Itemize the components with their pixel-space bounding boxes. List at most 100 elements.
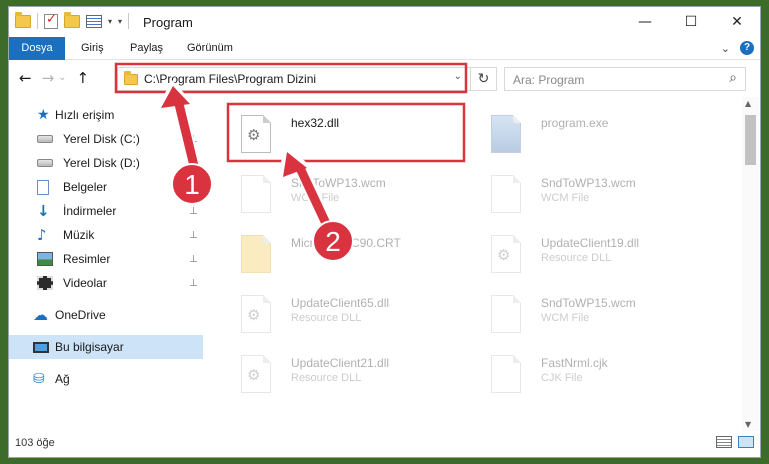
explorer-window: ▾ ▾ Program — ☐ ✕ Dosya Giriş Paylaş Gör… <box>8 6 761 458</box>
sidebar-item-label: İndirmeler <box>63 204 117 218</box>
sidebar-item-label: Resimler <box>63 252 111 266</box>
forward-arrow-icon[interactable]: → <box>42 69 55 87</box>
item-count: 103 öğe <box>15 437 55 449</box>
tiles-view-icon[interactable] <box>738 436 754 448</box>
sidebar-item-network[interactable]: ⛁ Ağ <box>9 367 203 391</box>
sidebar-item-onedrive[interactable]: ☁ OneDrive <box>9 303 203 327</box>
minimize-button[interactable]: — <box>622 7 668 37</box>
pin-icon: ⊥ <box>189 133 198 145</box>
file-name: program.exe <box>541 116 609 130</box>
file-item-updateclient65[interactable]: ⚙ UpdateClient65.dll Resource DLL <box>221 283 461 341</box>
scroll-thumb[interactable] <box>745 115 756 165</box>
sidebar-item-disk-d[interactable]: Yerel Disk (D:) ⊥ <box>9 151 203 175</box>
file-icon <box>491 355 521 393</box>
address-dropdown-icon[interactable]: ⌄ <box>454 71 462 82</box>
tab-paylas[interactable]: Paylaş <box>130 37 163 60</box>
file-type: Resource DLL <box>291 312 362 324</box>
pictures-icon <box>37 252 53 266</box>
file-item-sndtowp13-a[interactable]: SndToWP13.wcm WCM File <box>221 163 461 221</box>
file-item-updateclient19[interactable]: ⚙ UpdateClient19.dll Resource DLL <box>471 223 711 281</box>
address-path[interactable]: C:\Program Files\Program Dizini <box>144 72 316 86</box>
sidebar-item-videolar[interactable]: Videolar ⊥ <box>9 271 203 295</box>
file-list: ⚙ hex32.dll program.exe SndToWP13.wcm WC… <box>213 97 741 415</box>
network-icon: ⛁ <box>33 371 45 387</box>
qat-dropdown-icon[interactable]: ▾ <box>108 17 112 26</box>
properties-check-icon[interactable] <box>44 12 58 29</box>
file-item-updateclient21[interactable]: ⚙ UpdateClient21.dll Resource DLL <box>221 343 461 401</box>
navigation-pane: ★ Hızlı erişim Yerel Disk (C:) ⊥ Yerel D… <box>9 103 203 413</box>
view-properties-icon[interactable] <box>86 14 102 28</box>
tab-gorunum[interactable]: Görünüm <box>187 37 233 60</box>
file-name: hex32.dll <box>291 116 340 130</box>
tab-giris[interactable]: Giriş <box>81 37 104 60</box>
sidebar-item-label: Hızlı erişim <box>55 108 115 122</box>
file-item-hex32[interactable]: ⚙ hex32.dll <box>221 103 461 161</box>
scroll-up-icon[interactable]: ▲ <box>745 99 751 108</box>
back-arrow-icon[interactable]: ← <box>19 69 32 87</box>
help-icon[interactable]: ? <box>740 41 754 55</box>
sidebar-item-disk-c[interactable]: Yerel Disk (C:) ⊥ <box>9 127 203 151</box>
folder-icon <box>124 71 138 85</box>
file-name: UpdateClient19.dll <box>541 236 640 250</box>
file-name: UpdateClient21.dll <box>291 356 390 370</box>
folder-icon <box>241 235 271 273</box>
file-name: SndToWP13.wcm <box>291 176 386 190</box>
file-item-program-exe[interactable]: program.exe <box>471 103 711 161</box>
sidebar-item-belgeler[interactable]: Belgeler ⊥ <box>9 175 203 199</box>
divider <box>128 13 130 29</box>
expand-ribbon-icon[interactable]: ⌄ <box>721 42 730 55</box>
sidebar-item-label: Bu bilgisayar <box>55 340 124 354</box>
vertical-scrollbar[interactable]: ▲ ▼ <box>742 97 759 431</box>
sidebar-item-label: Yerel Disk (C:) <box>63 132 140 146</box>
sidebar-item-muzik[interactable]: ♪ Müzik ⊥ <box>9 223 203 247</box>
address-bar[interactable]: C:\Program Files\Program Dizini ⌄ ↻ <box>117 67 497 91</box>
star-icon: ★ <box>37 107 50 123</box>
videos-icon <box>37 276 53 290</box>
file-item-fastnrml[interactable]: FastNrml.cjk CJK File <box>471 343 711 401</box>
sidebar-item-quick-access[interactable]: ★ Hızlı erişim <box>9 103 203 127</box>
qat-customize-icon[interactable]: ▾ <box>118 17 122 26</box>
file-type: Resource DLL <box>291 372 362 384</box>
window-controls: — ☐ ✕ <box>622 7 760 37</box>
close-button[interactable]: ✕ <box>714 7 760 37</box>
search-box[interactable]: Ara: Program ⌕ <box>504 67 746 91</box>
divider <box>37 13 38 29</box>
sidebar-item-resimler[interactable]: Resimler ⊥ <box>9 247 203 271</box>
scroll-down-icon[interactable]: ▼ <box>745 420 751 429</box>
recent-locations-icon[interactable]: ⌄ <box>58 72 66 87</box>
tab-dosya[interactable]: Dosya <box>9 37 65 60</box>
pin-icon: ⊥ <box>189 277 198 289</box>
file-item-vc90-crt[interactable]: Microsoft.VC90.CRT <box>221 223 461 281</box>
folder-icon[interactable] <box>15 11 31 28</box>
new-folder-icon[interactable] <box>64 11 80 28</box>
details-view-icon[interactable] <box>716 436 732 448</box>
status-bar: 103 öğe <box>9 431 760 457</box>
sidebar-item-this-pc[interactable]: Bu bilgisayar <box>9 335 203 359</box>
refresh-button[interactable]: ↻ <box>470 68 496 90</box>
pin-icon: ⊥ <box>189 229 198 241</box>
search-input[interactable]: Ara: Program <box>513 73 584 87</box>
disk-icon <box>37 135 53 143</box>
navigation-bar: ← → ⌄ ↑ C:\Program Files\Program Dizini … <box>9 65 760 93</box>
file-item-sndtowp15[interactable]: SndToWP15.wcm WCM File <box>471 283 711 341</box>
sidebar-item-label: Müzik <box>63 228 95 242</box>
sidebar-item-label: OneDrive <box>55 308 106 322</box>
file-name: UpdateClient65.dll <box>291 296 390 310</box>
file-name: SndToWP15.wcm <box>541 296 636 310</box>
file-type: WCM File <box>291 192 340 204</box>
file-icon <box>491 295 521 333</box>
sidebar-item-indirmeler[interactable]: ↓ İndirmeler ⊥ <box>9 199 203 223</box>
nav-buttons: ← → ⌄ ↑ <box>19 69 89 87</box>
dll-gear-icon: ⚙ <box>241 355 271 393</box>
file-item-sndtowp13-b[interactable]: SndToWP13.wcm WCM File <box>471 163 711 221</box>
sidebar-item-label: Ağ <box>55 372 70 386</box>
file-name: FastNrml.cjk <box>541 356 608 370</box>
dll-gear-icon: ⚙ <box>491 235 521 273</box>
exe-icon <box>491 115 521 153</box>
maximize-button[interactable]: ☐ <box>668 7 714 37</box>
view-switcher <box>716 436 754 448</box>
up-arrow-icon[interactable]: ↑ <box>77 69 90 87</box>
file-name: Microsoft.VC90.CRT <box>291 236 401 250</box>
window-title: Program <box>143 15 193 30</box>
search-icon[interactable]: ⌕ <box>729 70 737 86</box>
